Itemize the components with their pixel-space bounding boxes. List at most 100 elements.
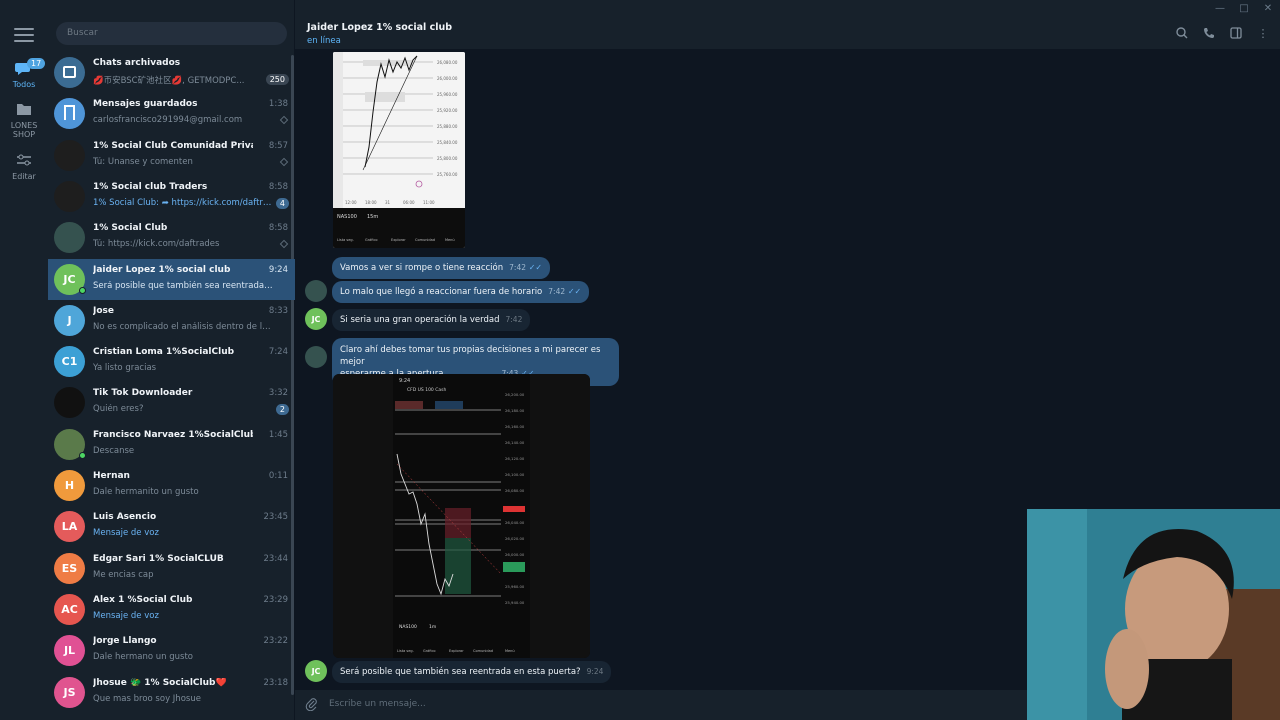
- message-bubble-outgoing[interactable]: Lo malo que llegó a reaccionar fuera de …: [332, 281, 590, 303]
- svg-text:26,200.00: 26,200.00: [505, 392, 525, 397]
- message-bubble-outgoing[interactable]: Vamos a ver si rompe o tiene reacción 7:4…: [332, 257, 551, 279]
- message-input[interactable]: Escribe un mensaje...: [329, 699, 426, 709]
- search-icon[interactable]: [1175, 26, 1189, 40]
- chat-list-item[interactable]: ES Edgar Sari 1% SocialCLUB 23:44 Me encias…: [48, 548, 295, 589]
- minimize-icon[interactable]: —: [1208, 0, 1232, 16]
- svg-text:31: 31: [385, 200, 391, 205]
- chat-preview: Descanse: [93, 445, 135, 456]
- avatar: AC: [54, 593, 85, 625]
- chat-name: 1% Social club Traders: [93, 181, 208, 192]
- search-input[interactable]: Buscar: [56, 22, 287, 45]
- chart-screenshot-image[interactable]: 26,080.00 26,000.00 25,960.00 25,920.00 25…: [333, 52, 465, 248]
- svg-text:26,120.00: 26,120.00: [505, 456, 525, 461]
- chat-name: Alex 1 %Social Club: [93, 594, 193, 605]
- phone-chart-screenshot-image[interactable]: 9:24 CFD US 100 Cash 26,200.00 26,180.00 2…: [333, 374, 590, 658]
- unread-count-badge: 2: [275, 404, 289, 416]
- bookmark-icon: [64, 105, 75, 121]
- chat-preview: Me encias cap: [93, 569, 154, 580]
- chat-list-item[interactable]: JC Jaider Lopez 1% social club 9:24 Será po…: [48, 258, 295, 300]
- more-options-icon[interactable]: ⋮: [1256, 26, 1270, 40]
- chat-list-item[interactable]: 1% Social club Traders 8:58 1% Social Club…: [48, 176, 295, 217]
- chat-name: Chats archivados: [93, 58, 181, 68]
- screenshot-symbol: NAS100: [337, 214, 357, 220]
- folder-editar[interactable]: Editar: [0, 154, 48, 181]
- svg-text:25,940.00: 25,940.00: [505, 600, 525, 605]
- sender-avatar[interactable]: [305, 346, 327, 368]
- conversation-title[interactable]: Jaider Lopez 1% social club: [307, 22, 452, 33]
- chat-preview: No es complicado el análisis dentro de l…: [93, 321, 273, 332]
- phone-icon[interactable]: [1202, 26, 1216, 40]
- webcam-overlay-image: [1027, 509, 1280, 720]
- screenshot-symbol: NAS100: [399, 624, 417, 630]
- svg-text:26,160.00: 26,160.00: [505, 424, 525, 429]
- online-indicator: [79, 286, 86, 294]
- chat-list-item[interactable]: Francisco Narvaez 1%SocialClub 1:45 Descan…: [48, 424, 295, 465]
- avatar: H: [54, 470, 85, 501]
- attach-icon[interactable]: [305, 697, 317, 715]
- chat-name: Jose: [93, 305, 114, 316]
- screenshot-tab: Lista seg.: [337, 238, 354, 242]
- avatar: [54, 222, 85, 254]
- chat-list-item[interactable]: C1 Cristian Loma 1%SocialClub 7:24 Ya listo…: [48, 341, 295, 382]
- chat-list-item[interactable]: Tik Tok Downloader 3:32 Quién eres? 2: [48, 382, 295, 423]
- svg-text:25,760.00: 25,760.00: [437, 172, 458, 177]
- svg-text:26,080.00: 26,080.00: [505, 488, 525, 493]
- screenshot-header: CFD US 100 Cash: [407, 387, 446, 393]
- svg-text:25,920.00: 25,920.00: [437, 108, 458, 113]
- chat-list-item[interactable]: H Hernan 0:11 Dale hermanito un gusto: [48, 465, 295, 506]
- chat-list-item[interactable]: Mensajes guardados 1:38 carlosfrancisco291…: [48, 93, 295, 134]
- sender-avatar[interactable]: JC: [305, 308, 327, 330]
- chat-list-item[interactable]: Chats archivados 💋币安BSC矿池社区💋, GETMODPC...…: [48, 52, 295, 93]
- sender-avatar[interactable]: [305, 280, 327, 302]
- message-text: Claro ahí debes tomar tus propias decisi…: [340, 345, 601, 367]
- avatar: JS: [54, 676, 85, 708]
- chat-preview: Mensaje de voz: [93, 610, 159, 621]
- pin-icon: [279, 239, 289, 249]
- chat-time: 23:29: [263, 594, 289, 605]
- chat-name: Jaider Lopez 1% social club: [93, 264, 231, 275]
- chat-preview: Tú: https://kick.com/daftrades: [93, 239, 220, 250]
- chat-preview: 💋币安BSC矿池社区💋, GETMODPC...: [93, 76, 245, 86]
- chat-list-item[interactable]: JS Jhosue 🐲 1% SocialClub❤️ 23:18 Que mas b…: [48, 672, 295, 713]
- message-bubble-incoming[interactable]: Será posible que también sea reentrada e…: [332, 661, 612, 683]
- message-text: Lo malo que llegó a reaccionar fuera de …: [340, 287, 543, 297]
- chat-list-item[interactable]: 1% Social Club Comunidad Privada 8:57 Tú: …: [48, 135, 295, 176]
- message-time: 7:42: [548, 287, 566, 296]
- chat-time: 8:58: [268, 223, 288, 234]
- message-time: 7:42: [509, 263, 526, 272]
- avatar: [54, 387, 85, 419]
- chat-list-item[interactable]: JL Jorge Llango 23:22 Dale hermano un gusto: [48, 630, 295, 671]
- chat-time: 1:38: [268, 99, 288, 110]
- chat-time: 0:11: [268, 471, 288, 481]
- avatar: J: [54, 304, 85, 336]
- close-icon[interactable]: ✕: [1256, 0, 1280, 16]
- chat-time: 9:24: [268, 264, 288, 275]
- screenshot-tab: Comunidad: [473, 649, 493, 653]
- chat-list-item[interactable]: 1% Social Club 8:58 Tú: https://kick.com/d…: [48, 217, 295, 258]
- maximize-icon[interactable]: □: [1232, 0, 1256, 16]
- folder-label: Editar: [12, 172, 36, 181]
- chat-list-item[interactable]: LA Luis Asencio 23:45 Mensaje de voz: [48, 506, 295, 547]
- avatar: JL: [54, 635, 85, 667]
- svg-text:26,000.00: 26,000.00: [505, 552, 525, 557]
- chat-list-item[interactable]: AC Alex 1 %Social Club 23:29 Mensaje de voz: [48, 589, 295, 630]
- chat-time: 23:22: [263, 636, 289, 647]
- message-text: Vamos a ver si rompe o tiene reacción: [340, 263, 504, 273]
- sender-avatar[interactable]: JC: [305, 660, 327, 682]
- svg-text:26,080.00: 26,080.00: [437, 60, 458, 65]
- svg-text:11:00: 11:00: [423, 200, 435, 205]
- conversation-header: Jaider Lopez 1% social club en línea ⋮: [295, 0, 1280, 50]
- message-bubble-incoming[interactable]: Si seria una gran operación la verdad 7:4…: [332, 309, 531, 331]
- sidebar-toggle-icon[interactable]: [1229, 26, 1243, 40]
- message-time: 9:24: [586, 667, 604, 676]
- svg-text:18:00: 18:00: [365, 200, 377, 205]
- menu-icon[interactable]: [14, 28, 34, 42]
- screenshot-timeframe: 1m: [429, 624, 436, 630]
- read-check-icon: ✓✓: [567, 287, 582, 296]
- chat-list-item[interactable]: J Jose 8:33 No es complicado el análisis de…: [48, 300, 295, 341]
- screenshot-tab: Lista seg.: [397, 649, 414, 653]
- screenshot-tab: Menú: [505, 649, 515, 653]
- avatar: LA: [54, 511, 85, 543]
- chat-name: Luis Asencio: [93, 512, 157, 523]
- folder-lones-shop[interactable]: LONES SHOP: [0, 103, 48, 139]
